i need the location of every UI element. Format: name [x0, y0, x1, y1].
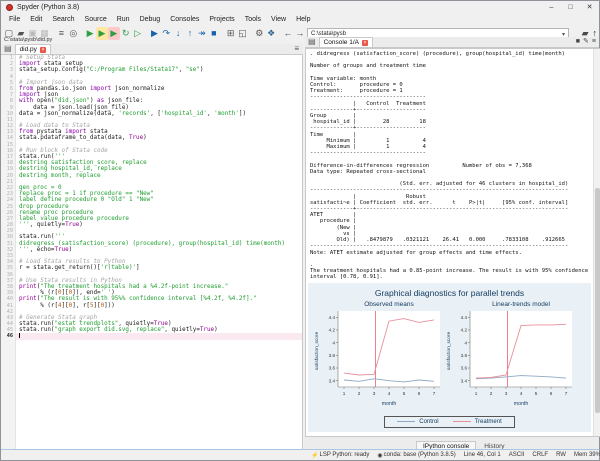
close-button[interactable]: ✕	[580, 1, 599, 14]
chart-legend: Control Treatment	[384, 416, 514, 428]
editor-options-menu-icon[interactable]: ≡	[290, 44, 303, 54]
svg-text:4: 4	[464, 340, 467, 345]
svg-text:4: 4	[388, 391, 391, 396]
window-controls: –□✕	[542, 1, 599, 14]
line-number: 46	[1, 333, 16, 339]
chart-panels: Observed means 3.4 3.6 3.8 4 4.2 4.4 1 2 3 4 5 6 7 mon…	[308, 299, 591, 413]
ipython-console[interactable]: . didregress (satisfaction_score) (proce…	[305, 48, 600, 437]
spyder-logo-icon	[6, 4, 13, 11]
console-output: . didregress (satisfaction_score) (proce…	[306, 49, 600, 281]
status-rw: RW	[556, 452, 566, 458]
menu-view[interactable]: View	[266, 14, 291, 26]
status-bar: ⚡LSP Python: ready ◉conda: base (Python 3…	[1, 449, 599, 460]
svg-text:satisfaction_score: satisfaction_score	[314, 331, 320, 370]
console-scrollbar[interactable]	[593, 49, 600, 436]
menu-run[interactable]: Run	[112, 14, 135, 26]
menu-source[interactable]: Source	[80, 14, 112, 26]
svg-text:3: 3	[373, 391, 376, 396]
svg-text:Observed means: Observed means	[364, 301, 414, 308]
console-tab-bar: ▤ Console 1/A × ■✎≡	[305, 37, 599, 48]
svg-text:5: 5	[403, 391, 406, 396]
console-toolbar: ■✎≡	[576, 37, 599, 47]
editor-tab-didpy[interactable]: did.py ×	[15, 44, 51, 54]
status-ascii: ASCII	[509, 452, 525, 458]
svg-text:4.2: 4.2	[461, 327, 468, 332]
legend-item-control: Control	[397, 419, 438, 425]
minimize-button[interactable]: –	[542, 1, 561, 14]
svg-text:4.4: 4.4	[329, 314, 336, 319]
svg-text:2: 2	[490, 391, 493, 396]
svg-text:satisfaction_score: satisfaction_score	[446, 331, 452, 370]
scrollbar-thumb[interactable]	[595, 188, 600, 412]
svg-text:3.4: 3.4	[461, 378, 468, 383]
title-bar: Spyder (Python 3.8) –□✕	[1, 1, 599, 14]
menu-file[interactable]: File	[4, 14, 25, 26]
close-tab-icon[interactable]: ×	[40, 47, 46, 53]
options-menu-icon[interactable]: ≡	[592, 37, 596, 47]
menu-tools[interactable]: Tools	[240, 14, 266, 26]
inspect-icon[interactable]: ✎	[583, 37, 589, 47]
chart-title: Graphical diagnostics for parallel trend…	[308, 288, 591, 298]
svg-text:6: 6	[418, 391, 421, 396]
legend-line-sample	[397, 421, 415, 422]
svg-text:month: month	[514, 401, 529, 407]
svg-text:4: 4	[520, 391, 523, 396]
svg-text:4.4: 4.4	[461, 314, 468, 319]
stata-graph: Graphical diagnostics for parallel trend…	[308, 283, 591, 432]
close-console-icon[interactable]: ×	[362, 40, 368, 46]
svg-text:3.8: 3.8	[329, 352, 336, 357]
menu-help[interactable]: Help	[291, 14, 315, 26]
chart-panel-observed-means: Observed means 3.4 3.6 3.8 4 4.2 4.4 1 2 3 4 5 6 7 mon…	[312, 299, 444, 413]
svg-text:Linear-trends model: Linear-trends model	[492, 301, 550, 308]
browse-tabs-icon[interactable]: ▤	[305, 37, 319, 47]
editor-breadcrumb: C:\stata\pysb\did.py	[1, 37, 303, 44]
console-tab[interactable]: Console 1/A ×	[319, 37, 373, 47]
legend-label: Control	[419, 419, 438, 425]
status-icon: ◉	[377, 452, 382, 459]
svg-text:7: 7	[565, 391, 568, 396]
svg-text:3.8: 3.8	[461, 352, 468, 357]
menu-debug[interactable]: Debug	[135, 14, 166, 26]
menu-projects[interactable]: Projects	[204, 14, 239, 26]
spyder-window: Spyder (Python 3.8) –□✕ FileEditSearchSo…	[0, 0, 600, 461]
svg-text:5: 5	[535, 391, 538, 396]
editor-tab-bar: ▤ did.py × ≡	[1, 44, 303, 55]
svg-text:2: 2	[358, 391, 361, 396]
browse-tabs-icon[interactable]: ▤	[1, 44, 15, 54]
code-editor[interactable]: 1# Setup Stata2import stata_setup3stata_…	[1, 55, 303, 451]
svg-text:4.2: 4.2	[329, 327, 336, 332]
window-title: Spyder (Python 3.8)	[17, 4, 79, 11]
status-conda-base-python-3-8-5: ◉conda: base (Python 3.8.5)	[377, 452, 455, 459]
status-lsp-python-ready: ⚡LSP Python: ready	[311, 452, 369, 459]
console-tab-label: Console 1/A	[324, 39, 359, 46]
svg-text:1: 1	[343, 391, 346, 396]
svg-text:3.6: 3.6	[329, 365, 336, 370]
svg-text:7: 7	[433, 391, 436, 396]
text-cursor	[19, 333, 20, 338]
svg-text:3.4: 3.4	[329, 378, 336, 383]
status-crlf: CRLF	[532, 452, 548, 458]
status-line-46-col-1: Line 46, Col 1	[464, 452, 501, 458]
svg-text:1: 1	[475, 391, 478, 396]
legend-label: Treatment	[475, 419, 502, 425]
code-line: 46	[1, 333, 302, 339]
svg-text:month: month	[382, 401, 397, 407]
editor-tab-label: did.py	[20, 46, 37, 53]
maximize-button[interactable]: □	[561, 1, 580, 14]
menu-edit[interactable]: Edit	[25, 14, 47, 26]
menu-search[interactable]: Search	[47, 14, 79, 26]
menu-consoles[interactable]: Consoles	[165, 14, 204, 26]
menu-bar: FileEditSearchSourceRunDebugConsolesProj…	[1, 14, 599, 26]
svg-text:3.6: 3.6	[461, 365, 468, 370]
svg-text:3: 3	[505, 391, 508, 396]
interrupt-kernel-icon[interactable]: ■	[576, 37, 580, 47]
legend-line-sample	[453, 421, 471, 422]
svg-text:4: 4	[332, 340, 335, 345]
status-mem-39: Mem 39%	[574, 452, 600, 458]
status-icon: ⚡	[311, 452, 318, 459]
legend-item-treatment: Treatment	[453, 419, 502, 425]
chart-panel-linear-trends-model: Linear-trends model 3.4 3.6 3.8 4 4.2 4.4 1 2 3 4 5…	[444, 299, 576, 413]
svg-text:6: 6	[550, 391, 553, 396]
